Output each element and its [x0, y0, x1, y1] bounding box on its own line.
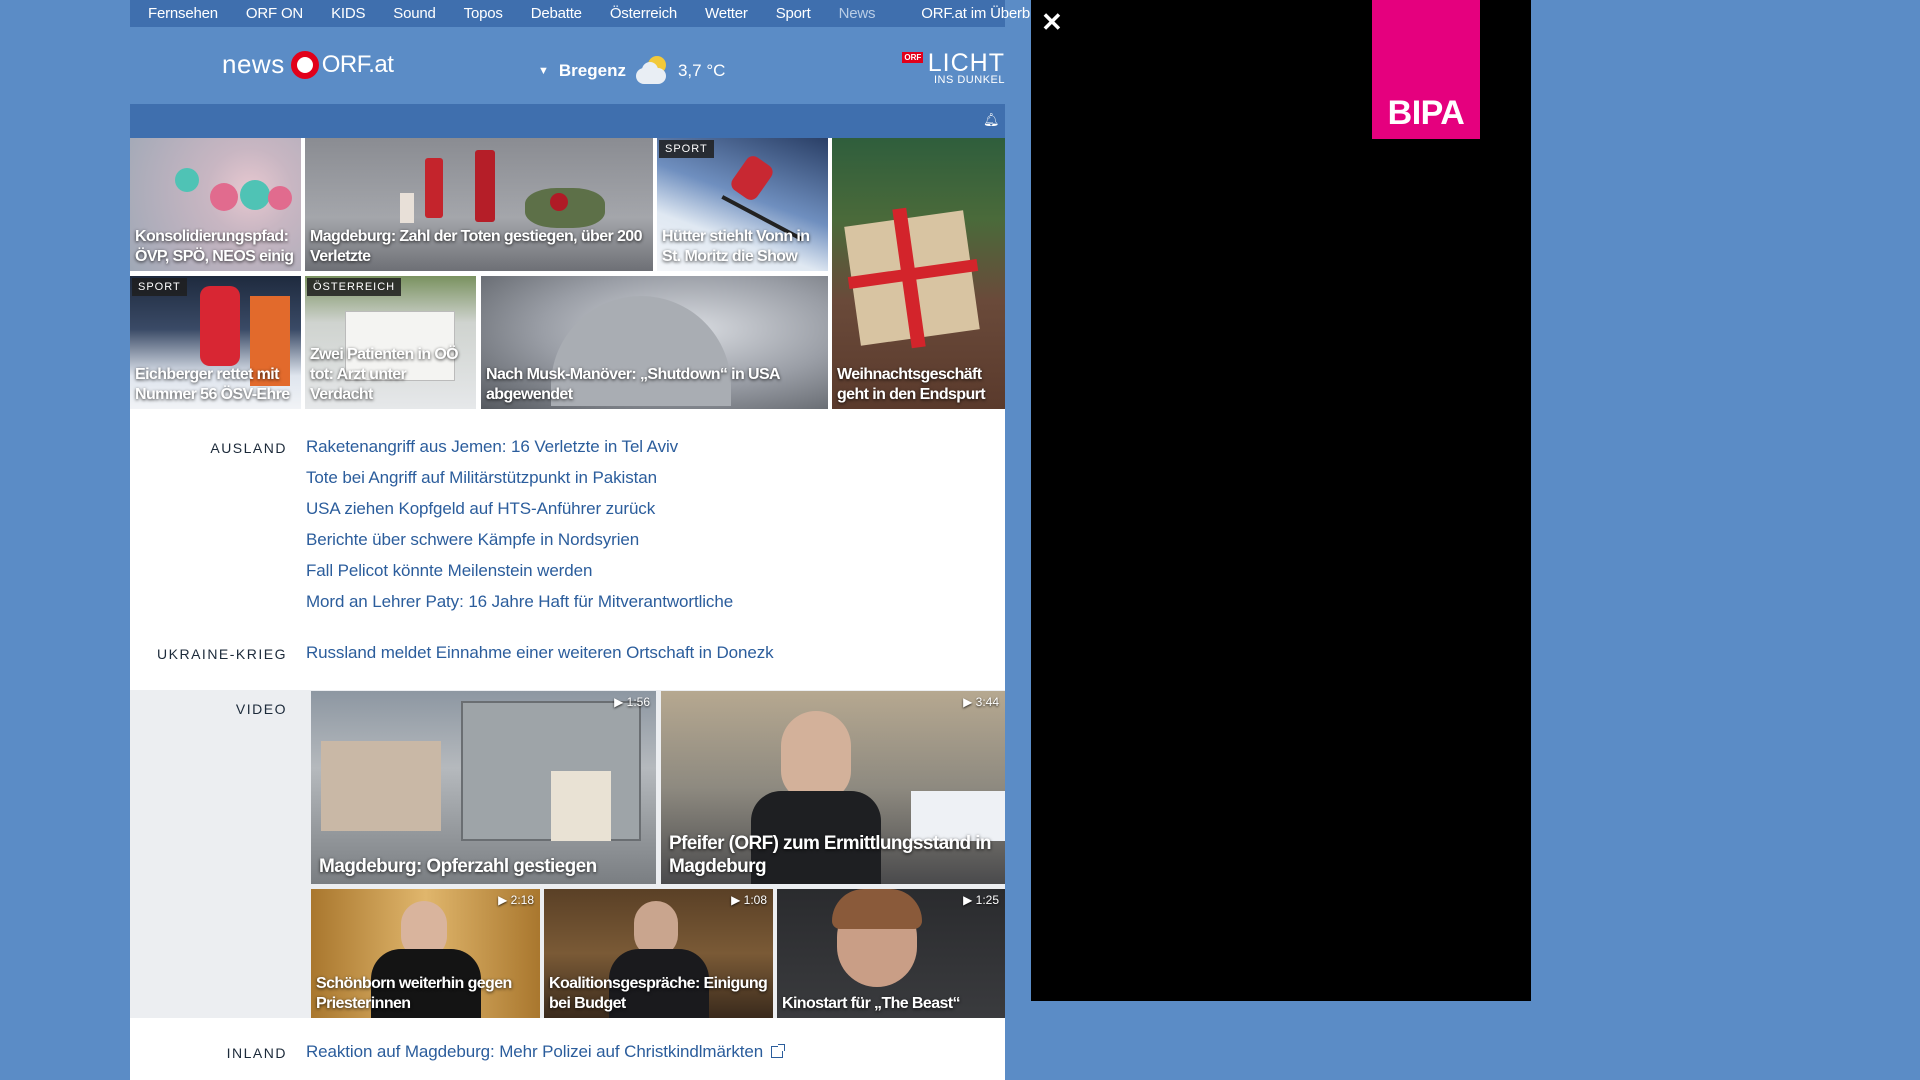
orf-badge: ORF: [902, 52, 924, 63]
story-tile[interactable]: SPORT Hütter stiehlt Vonn in St. Moritz …: [657, 138, 828, 271]
bell-icon[interactable]: 🔔︎: [983, 113, 1000, 126]
nav-news[interactable]: News: [839, 5, 876, 22]
orf-ring-icon: [290, 50, 319, 79]
logo-orfat-text: ORF.at: [321, 50, 394, 78]
video-duration: ▶ 1:56: [614, 695, 650, 709]
nav-orf-on[interactable]: ORF ON: [246, 5, 303, 22]
category-tag: SPORT: [659, 140, 714, 158]
section-label-inland: INLAND: [226, 1045, 287, 1061]
weather-temperature: 3,7 °C: [677, 61, 726, 80]
partly-cloudy-icon: [634, 54, 670, 88]
nav-kids[interactable]: KIDS: [331, 5, 365, 22]
tile-caption: Zwei Patienten in OÖ tot: Arzt unter Ver…: [310, 346, 459, 403]
section-label-ausland: AUSLAND: [210, 440, 287, 456]
story-tile[interactable]: Konsolidierungspfad: ÖVP, SPÖ, NEOS eini…: [130, 138, 301, 271]
logo-news-text: news: [222, 49, 285, 79]
category-tag: SPORT: [132, 278, 187, 296]
nav-debatte[interactable]: Debatte: [531, 5, 582, 22]
video-caption: Koalitionsgespräche: Einigung bei Budget: [549, 975, 768, 1012]
video-duration: ▶ 1:25: [963, 893, 999, 907]
news-link[interactable]: Raketenangriff aus Jemen: 16 Verletzte i…: [306, 437, 678, 457]
video-tile[interactable]: ▶ 1:25 Kinostart für „The Beast“: [777, 889, 1005, 1018]
news-link[interactable]: USA ziehen Kopfgeld auf HTS-Anführer zur…: [306, 499, 655, 519]
tile-caption: Nach Musk-Manöver: „Shutdown“ in USA abg…: [486, 366, 780, 403]
category-tag: ÖSTERREICH: [307, 278, 402, 296]
story-tile[interactable]: ÖSTERREICH Zwei Patienten in OÖ tot: Arz…: [305, 276, 476, 409]
site-header: news ORF.at ▼ Bregenz 3,7 °C ORF LICHT I…: [130, 27, 1005, 104]
video-tile[interactable]: ▶ 1:08 Koalitionsgespräche: Einigung bei…: [544, 889, 773, 1018]
main-content: Konsolidierungspfad: ÖVP, SPÖ, NEOS eini…: [130, 138, 1005, 1080]
story-tile[interactable]: SPORT Eichberger rettet mit Nummer 56 ÖS…: [130, 276, 301, 409]
video-duration: ▶ 3:44: [963, 695, 999, 709]
video-tile[interactable]: ▶ 3:44 Pfeifer (ORF) zum Ermittlungsstan…: [661, 691, 1005, 884]
video-tile[interactable]: ▶ 1:56 Magdeburg: Opferzahl gestiegen: [311, 691, 656, 884]
nav-wetter[interactable]: Wetter: [705, 5, 748, 22]
video-caption: Magdeburg: Opferzahl gestiegen: [319, 856, 597, 877]
notification-bar: 🔔︎: [130, 104, 1005, 138]
video-caption: Kinostart für „The Beast“: [782, 995, 961, 1012]
story-tile[interactable]: Weihnachtsgeschäft geht in den Endspurt: [832, 138, 1005, 409]
bipa-logo[interactable]: BIPA: [1372, 0, 1480, 139]
video-caption: Schönborn weiterhin gegen Priesterinnen: [316, 975, 512, 1012]
news-link[interactable]: Reaktion auf Magdeburg: Mehr Polizei auf…: [306, 1042, 786, 1062]
nav-oesterreich[interactable]: Österreich: [610, 5, 677, 22]
tile-caption: Magdeburg: Zahl der Toten gestiegen, übe…: [310, 228, 642, 265]
weather-city: Bregenz: [558, 61, 626, 80]
video-duration: ▶ 2:18: [498, 893, 534, 907]
tile-caption: Weihnachtsgeschäft geht in den Endspurt: [837, 366, 986, 403]
nav-sound[interactable]: Sound: [393, 5, 436, 22]
news-link[interactable]: Berichte über schwere Kämpfe in Nordsyri…: [306, 530, 639, 550]
dropdown-arrow-icon: ▼: [538, 65, 549, 77]
story-tile[interactable]: Magdeburg: Zahl der Toten gestiegen, übe…: [305, 138, 653, 271]
advertisement-panel[interactable]: ✕ BIPA: [1031, 0, 1531, 1001]
tile-caption: Konsolidierungspfad: ÖVP, SPÖ, NEOS eini…: [135, 228, 294, 265]
video-caption: Pfeifer (ORF) zum Ermittlungsstand in Ma…: [669, 833, 992, 877]
news-link[interactable]: Fall Pelicot könnte Meilenstein werden: [306, 561, 592, 581]
nav-topos[interactable]: Topos: [464, 5, 503, 22]
story-tile[interactable]: Nach Musk-Manöver: „Shutdown“ in USA abg…: [481, 276, 828, 409]
tile-caption: Hütter stiehlt Vonn in St. Moritz die Sh…: [662, 228, 810, 265]
top-navigation: Fernsehen ORF ON KIDS Sound Topos Debatt…: [130, 0, 1051, 27]
video-tile[interactable]: ▶ 2:18 Schönborn weiterhin gegen Prieste…: [311, 889, 540, 1018]
news-link[interactable]: Tote bei Angriff auf Militärstützpunkt i…: [306, 468, 657, 488]
news-link[interactable]: Russland meldet Einnahme einer weiteren …: [306, 643, 774, 663]
licht-ins-dunkel-campaign[interactable]: ORF LICHT INS DUNKEL: [902, 49, 1005, 86]
external-link-icon: [771, 1044, 786, 1058]
section-label-video: VIDEO: [235, 701, 287, 717]
weather-widget[interactable]: ▼ Bregenz 3,7 °C: [538, 54, 725, 88]
section-label-ukraine: UKRAINE-KRIEG: [157, 646, 287, 662]
video-duration: ▶ 1:08: [731, 893, 767, 907]
news-orf-logo[interactable]: news ORF.at: [222, 49, 394, 80]
nav-fernsehen[interactable]: Fernsehen: [148, 5, 218, 22]
news-link[interactable]: Mord an Lehrer Paty: 16 Jahre Haft für M…: [306, 592, 733, 612]
tile-caption: Eichberger rettet mit Nummer 56 ÖSV-Ehre: [135, 366, 290, 403]
close-icon[interactable]: ✕: [1041, 8, 1063, 36]
campaign-title: LICHT: [927, 49, 1005, 77]
news-link-text: Reaktion auf Magdeburg: Mehr Polizei auf…: [306, 1042, 764, 1061]
nav-sport[interactable]: Sport: [776, 5, 811, 22]
